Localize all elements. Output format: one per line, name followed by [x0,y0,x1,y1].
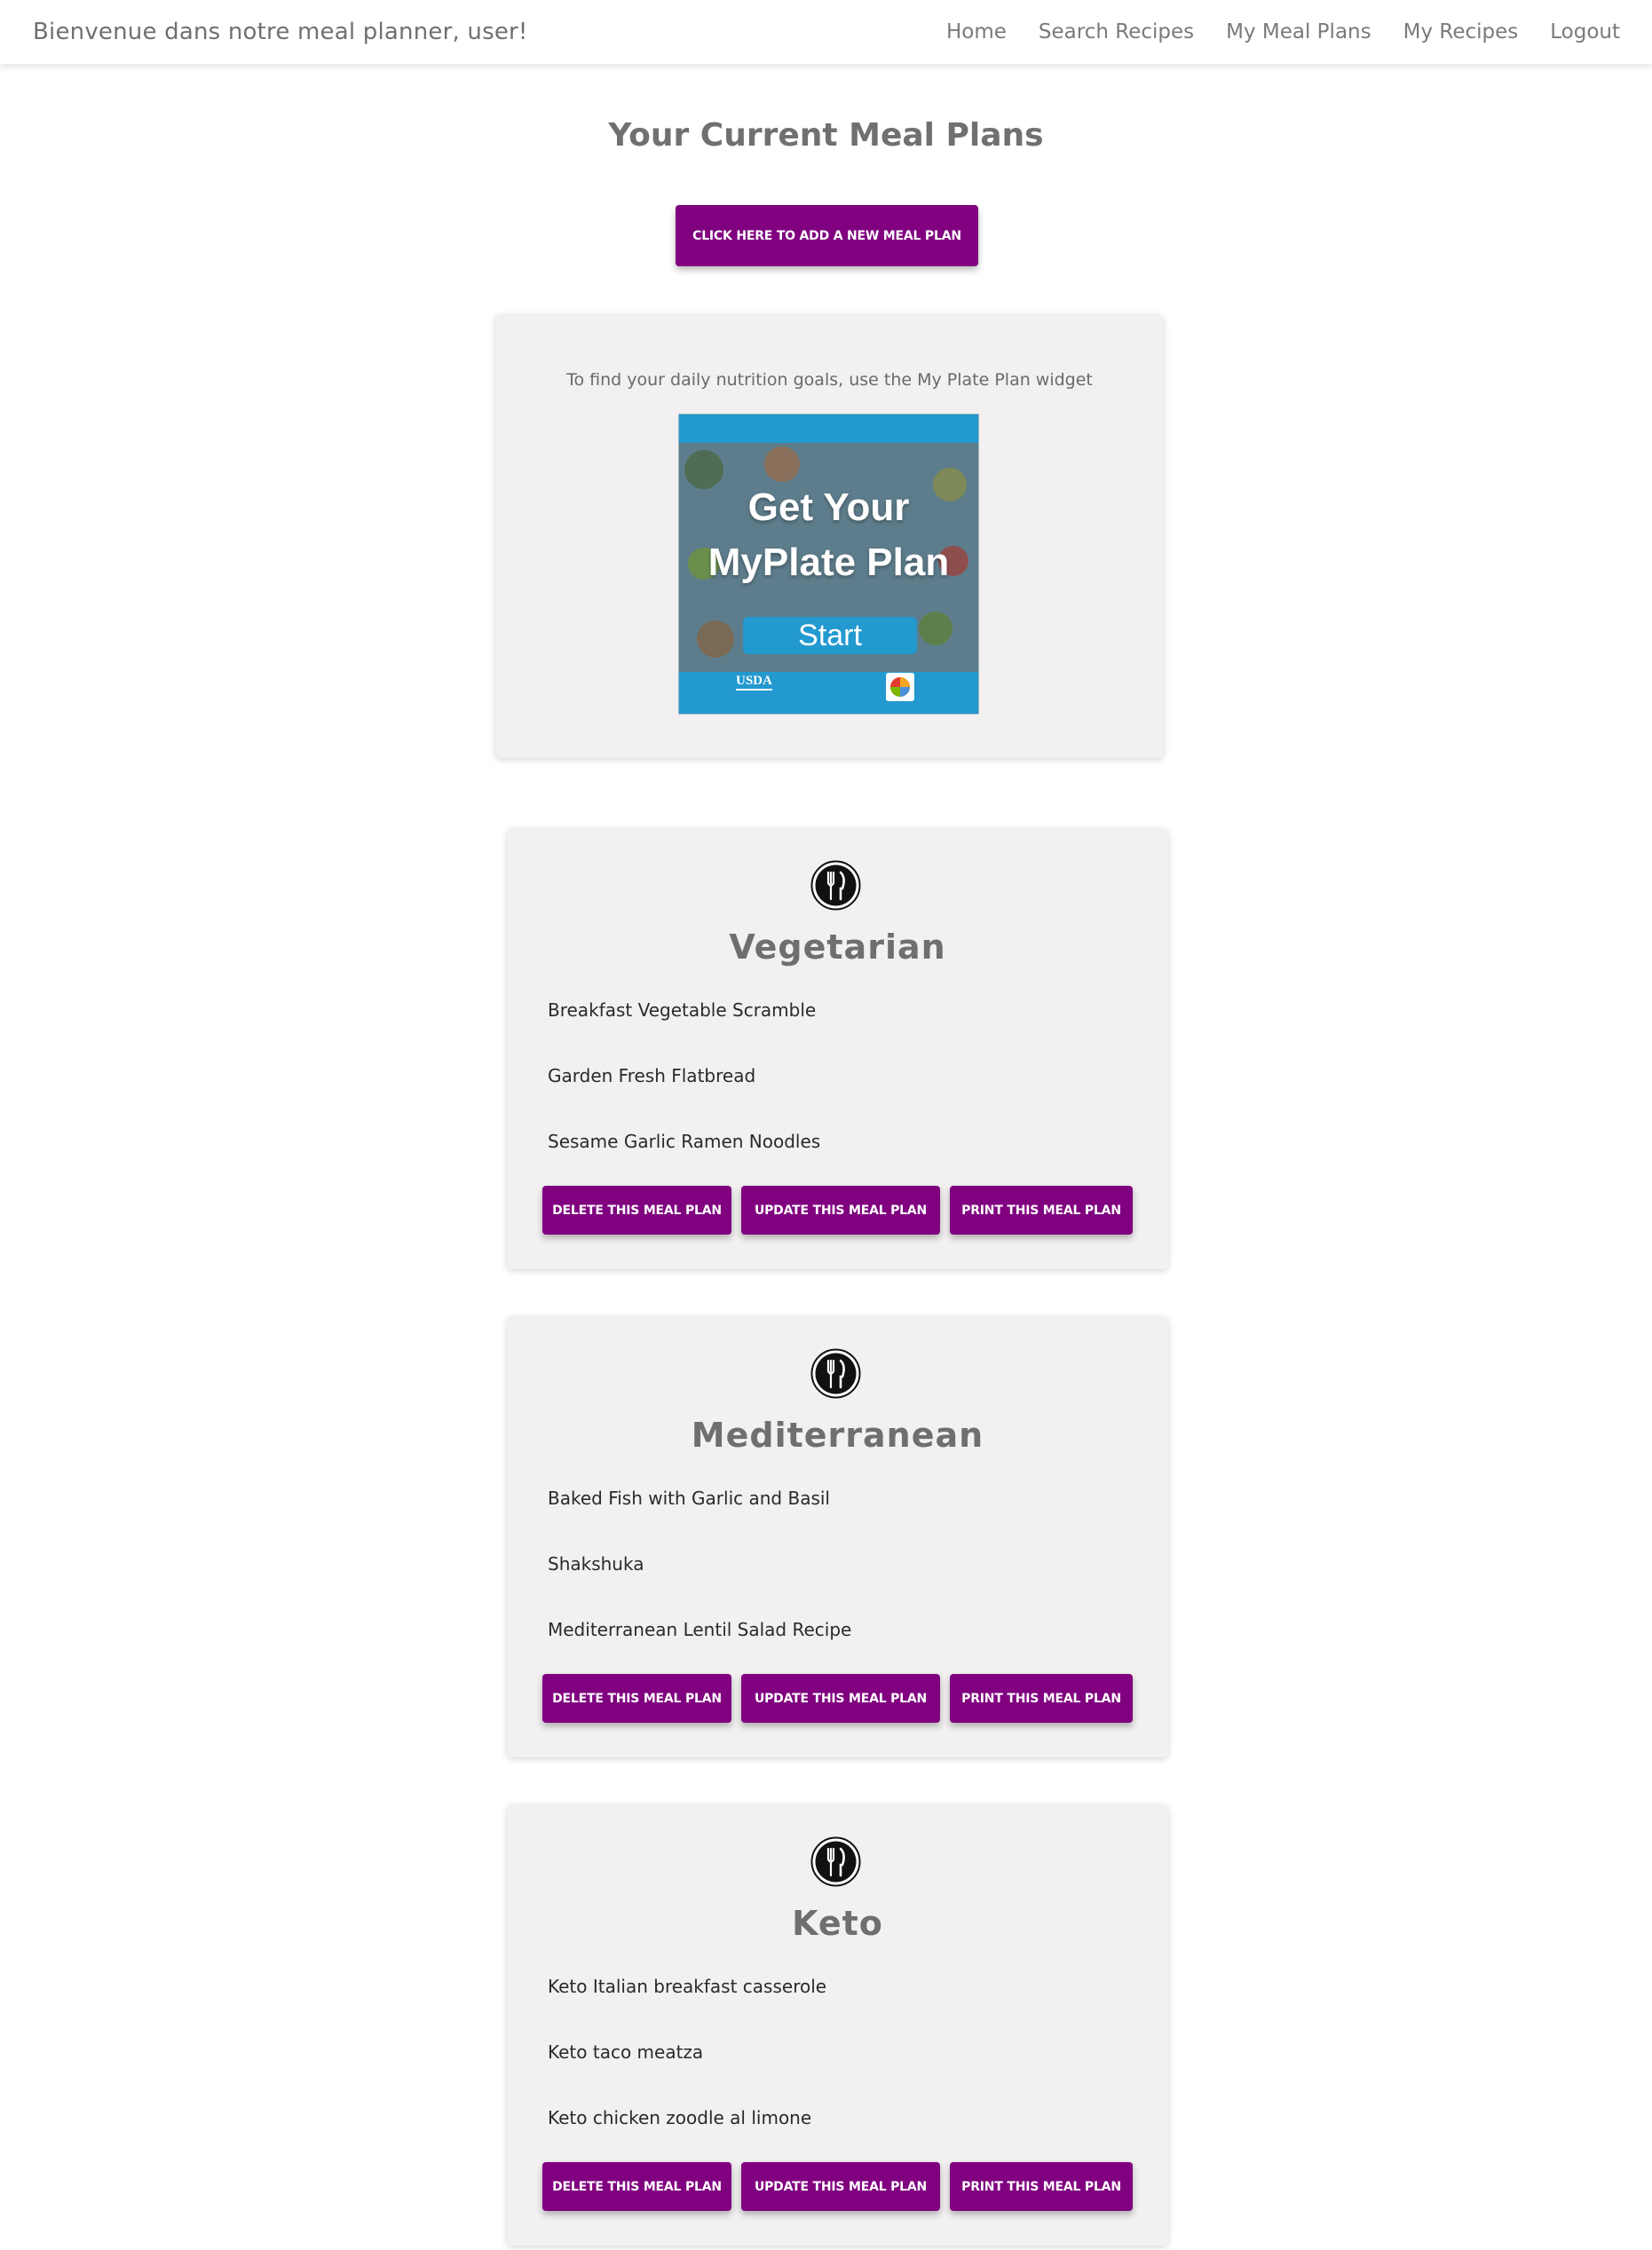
banner-title-line1: Get Your [747,486,910,529]
nav-logout-link[interactable]: Logout [1550,20,1620,43]
meal-plan-title: Vegetarian [729,928,946,967]
meal-plan-card: Vegetarian Breakfast Vegetable Scramble … [507,828,1168,1269]
banner-food-decoration [697,620,734,658]
nav-my-recipes-link[interactable]: My Recipes [1403,20,1519,43]
recipe-item: Sesame Garlic Ramen Noodles [548,1131,821,1152]
nav-my-meal-plans-link[interactable]: My Meal Plans [1226,20,1371,43]
brand-greeting[interactable]: Bienvenue dans notre meal planner, user! [33,19,528,45]
banner-food-decoration [919,612,952,645]
meal-plan-actions: Delete this meal plan Update this meal p… [542,2162,1133,2211]
banner-food-decoration [764,446,800,482]
delete-meal-plan-button[interactable]: Delete this meal plan [542,1186,731,1235]
nav-home-link[interactable]: Home [946,20,1007,43]
print-meal-plan-button[interactable]: Print this meal plan [950,1186,1133,1235]
print-meal-plan-button[interactable]: Print this meal plan [950,1674,1133,1723]
recipe-item: Keto chicken zoodle al limone [548,2107,812,2128]
meal-plan-title: Mediterranean [691,1416,984,1455]
update-meal-plan-button[interactable]: Update this meal plan [741,2162,940,2211]
nav-links: Home Search Recipes My Meal Plans My Rec… [946,20,1620,43]
recipe-item: Garden Fresh Flatbread [548,1065,756,1086]
cutlery-icon [810,1836,861,1887]
cutlery-icon [810,860,861,911]
add-meal-plan-button[interactable]: Click here to add a new meal plan [676,205,978,266]
recipe-item: Shakshuka [548,1553,644,1575]
meal-plan-title: Keto [792,1904,883,1943]
recipe-item: Mediterranean Lentil Salad Recipe [548,1619,852,1640]
myplate-plan-banner[interactable]: Get Your MyPlate Plan Start USDA [678,414,979,714]
widget-instructions: To find your daily nutrition goals, use … [566,370,1093,390]
banner-title: Get Your MyPlate Plan [679,480,978,590]
navbar: Bienvenue dans notre meal planner, user!… [0,0,1652,64]
nav-search-recipes-link[interactable]: Search Recipes [1039,20,1194,43]
recipe-item: Breakfast Vegetable Scramble [548,999,817,1021]
banner-title-line2: MyPlate Plan [707,541,950,584]
delete-meal-plan-button[interactable]: Delete this meal plan [542,2162,731,2211]
meal-plan-card: Keto Keto Italian breakfast casserole Ke… [507,1804,1168,2246]
meal-plan-actions: Delete this meal plan Update this meal p… [542,1186,1133,1235]
update-meal-plan-button[interactable]: Update this meal plan [741,1186,940,1235]
meal-plan-actions: Delete this meal plan Update this meal p… [542,1674,1133,1723]
meal-plan-card: Mediterranean Baked Fish with Garlic and… [507,1316,1168,1757]
delete-meal-plan-button[interactable]: Delete this meal plan [542,1674,731,1723]
update-meal-plan-button[interactable]: Update this meal plan [741,1674,940,1723]
recipe-item: Baked Fish with Garlic and Basil [548,1488,830,1509]
page-title: Your Current Meal Plans [608,117,1044,154]
myplate-widget-card: To find your daily nutrition goals, use … [495,314,1164,758]
recipe-item: Keto Italian breakfast casserole [548,1976,827,1997]
usda-logo: USDA [736,674,772,691]
banner-start-button[interactable]: Start [743,617,917,654]
cutlery-icon [810,1348,861,1399]
banner-bottom-bar [679,672,978,714]
banner-top-bar [679,414,978,443]
recipe-item: Keto taco meatza [548,2041,704,2063]
myplate-logo-icon [886,673,914,701]
print-meal-plan-button[interactable]: Print this meal plan [950,2162,1133,2211]
